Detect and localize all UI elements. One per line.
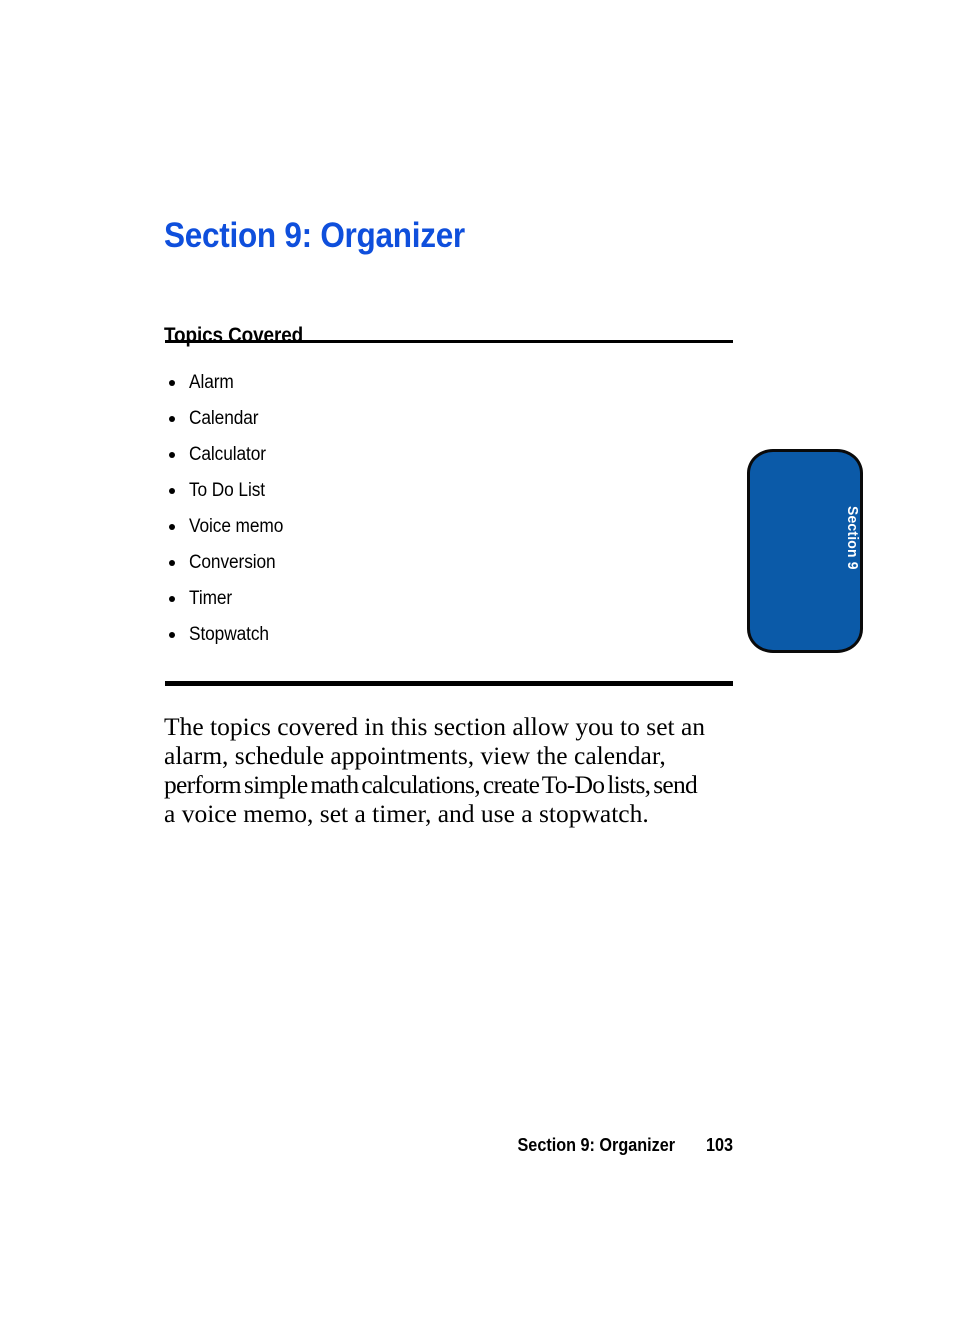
list-item: Calculator [166,442,596,478]
list-item: Stopwatch [166,622,596,658]
paragraph-line: The topics covered in this section allow… [164,712,706,741]
topics-covered-list: Alarm Calendar Calculator To Do List Voi… [166,370,596,658]
bullet-icon [169,524,175,530]
page-title: Section 9: Organizer [164,216,465,256]
list-item: Timer [166,586,596,622]
list-item: Calendar [166,406,596,442]
paragraph-line: alarm, schedule appointments, view the c… [164,741,666,770]
topics-covered-heading: Topics Covered [164,324,304,348]
bullet-icon [169,416,175,422]
list-item-label: To Do List [189,480,265,501]
footer-section-title: Section 9: Organizer [517,1135,675,1155]
bullet-icon [169,452,175,458]
list-item: Voice memo [166,514,596,550]
list-item-label: Stopwatch [189,624,269,645]
list-item-label: Calculator [189,444,266,465]
intro-paragraph: The topics covered in this section allow… [164,712,739,828]
page-footer: Section 9: Organizer 103 [380,1134,733,1156]
list-item: Conversion [166,550,596,586]
paragraph-line: perform simple math calculations, create… [164,770,698,799]
section-thumb-tab: Section 9 [747,449,863,653]
bullet-icon [169,596,175,602]
list-item-label: Calendar [189,408,259,429]
footer-page-number: 103 [705,1135,733,1155]
list-item: Alarm [166,370,596,406]
bullet-icon [169,632,175,638]
bullet-icon [169,560,175,566]
list-item-label: Timer [189,588,233,609]
section-thumb-tab-label: Section 9 [844,506,861,570]
topics-heading-rule [165,340,733,343]
topics-section-bottom-rule [165,681,733,686]
list-item-label: Alarm [189,372,234,393]
list-item-label: Conversion [189,552,276,573]
list-item: To Do List [166,478,596,514]
paragraph-line: a voice memo, set a timer, and use a sto… [164,799,649,828]
bullet-icon [169,488,175,494]
bullet-icon [169,380,175,386]
page-canvas: Section 9: Organizer Topics Covered Alar… [0,0,954,1319]
list-item-label: Voice memo [189,516,284,537]
